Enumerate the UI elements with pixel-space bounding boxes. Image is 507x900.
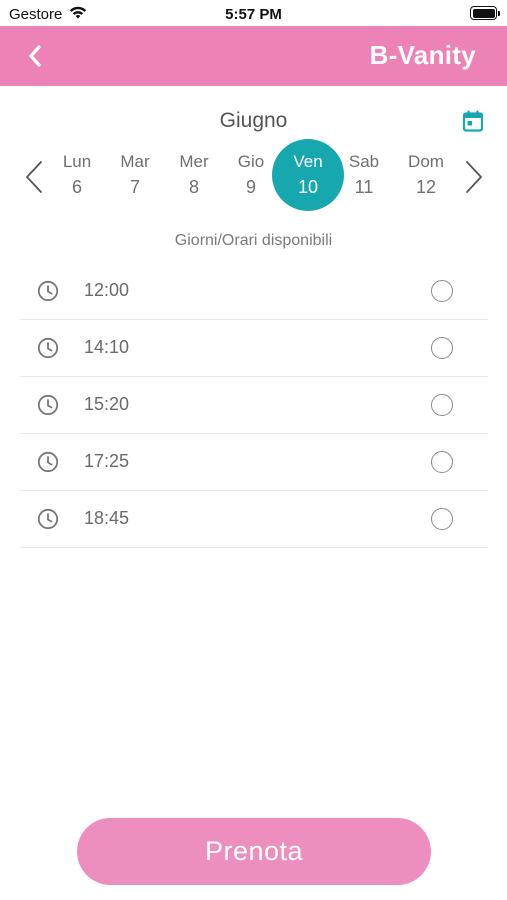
- nav-bar: B-Vanity: [0, 26, 507, 86]
- day-number: 11: [354, 177, 374, 197]
- radio-button[interactable]: [431, 337, 453, 359]
- clock-icon: [37, 280, 59, 302]
- radio-button[interactable]: [431, 394, 453, 416]
- radio-button[interactable]: [431, 280, 453, 302]
- status-bar: Gestore 5:57 PM: [0, 0, 507, 26]
- day-dom[interactable]: Dom 12: [390, 139, 462, 211]
- day-name: Lun: [62, 152, 92, 171]
- clock-icon: [37, 394, 59, 416]
- day-number: 6: [71, 177, 82, 197]
- day-name: Dom: [408, 152, 444, 171]
- time-label: 15:20: [84, 394, 130, 414]
- chevron-left-icon: [29, 45, 41, 67]
- day-number: 7: [129, 177, 140, 197]
- next-week-button[interactable]: [462, 159, 486, 195]
- time-slot[interactable]: 18:45: [20, 491, 488, 548]
- clock-icon: [37, 337, 59, 359]
- book-button[interactable]: Prenota: [77, 818, 431, 885]
- day-name: Gio: [237, 152, 265, 171]
- day-number: 9: [245, 177, 256, 197]
- time-slot[interactable]: 17:25: [20, 434, 488, 491]
- month-title: Giugno: [219, 109, 288, 132]
- availability-label: Giorni/Orari disponibili: [174, 232, 333, 249]
- radio-button[interactable]: [431, 451, 453, 473]
- day-number: 12: [415, 177, 437, 197]
- back-button[interactable]: [20, 41, 50, 71]
- day-number: 8: [188, 177, 199, 197]
- time-label: 14:10: [84, 337, 130, 357]
- time-label: 12:00: [84, 280, 130, 300]
- calendar-button[interactable]: [461, 109, 485, 133]
- day-number: 10: [297, 177, 319, 197]
- day-name: Ven: [293, 152, 323, 171]
- time-slot[interactable]: 14:10: [20, 320, 488, 377]
- day-name: Mer: [179, 152, 209, 171]
- time-slot[interactable]: 15:20: [20, 377, 488, 434]
- status-time: 5:57 PM: [225, 6, 282, 23]
- time-label: 17:25: [84, 451, 130, 471]
- time-label: 18:45: [84, 508, 130, 528]
- calendar-icon: [462, 110, 484, 132]
- time-slot[interactable]: 12:00: [20, 263, 488, 320]
- battery-icon: [470, 6, 500, 20]
- clock-icon: [37, 508, 59, 530]
- app-title: B-Vanity: [369, 40, 476, 70]
- day-name: Sab: [348, 152, 380, 171]
- chevron-right-icon: [466, 161, 482, 193]
- day-name: Mar: [120, 152, 150, 171]
- clock-icon: [37, 451, 59, 473]
- radio-button[interactable]: [431, 508, 453, 530]
